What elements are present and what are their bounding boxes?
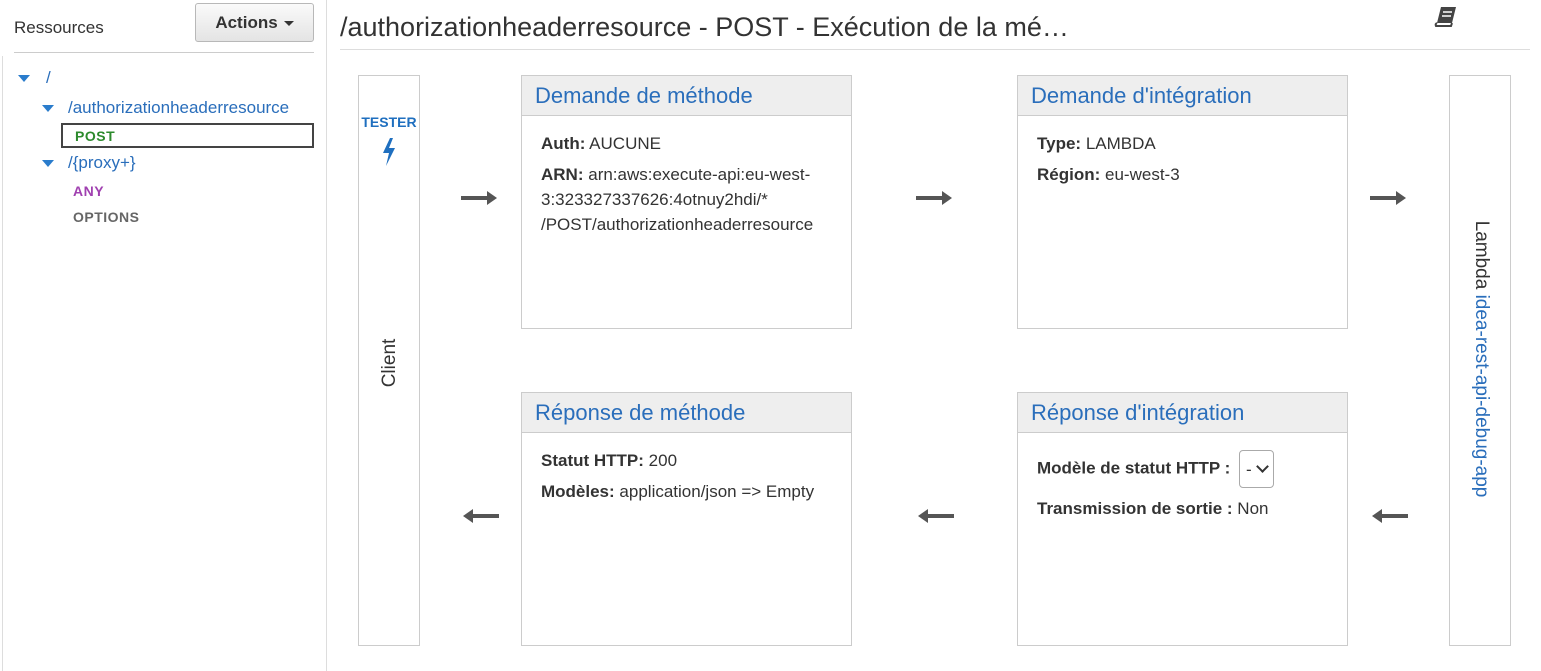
passthrough-value: Non	[1237, 499, 1269, 518]
method-response-title[interactable]: Réponse de méthode	[522, 393, 851, 433]
auth-label: Auth:	[541, 134, 586, 153]
region-row: Région: eu-west-3	[1037, 162, 1328, 187]
api-gateway-method-execution: Ressources Actions / /authorizationheade…	[0, 0, 1541, 671]
page-title: /authorizationheaderresource - POST - Ex…	[340, 12, 1069, 42]
method-options-label[interactable]: OPTIONS	[73, 209, 140, 225]
method-response-panel: Réponse de méthode Statut HTTP: 200 Modè…	[521, 392, 852, 646]
sidebar-divider	[14, 52, 314, 53]
http-status-row: Statut HTTP: 200	[541, 448, 832, 473]
method-any-label[interactable]: ANY	[73, 183, 104, 199]
arn-row: ARN: arn:aws:execute-api:eu-west-3:32332…	[541, 162, 832, 237]
lambda-label: Lambda	[1471, 220, 1492, 290]
tree-root-label[interactable]: /	[46, 68, 51, 88]
type-row: Type: LAMBDA	[1037, 131, 1328, 156]
method-post-label: POST	[75, 127, 116, 144]
sidebar-title: Ressources	[14, 18, 104, 37]
method-request-title[interactable]: Demande de méthode	[522, 76, 851, 116]
book-icon[interactable]	[1433, 5, 1459, 29]
resources-sidebar: Ressources Actions / /authorizationheade…	[0, 0, 327, 671]
status-model-row: Modèle de statut HTTP : -	[1037, 450, 1328, 488]
arrow-left-icon	[463, 509, 499, 523]
tree-item-authorizationheaderresource[interactable]: /authorizationheaderresource	[42, 98, 289, 118]
method-response-body: Statut HTTP: 200 Modèles: application/js…	[522, 433, 851, 525]
expand-triangle-icon[interactable]	[42, 104, 54, 112]
integration-request-panel: Demande d'intégration Type: LAMBDA Régio…	[1017, 75, 1348, 329]
status-model-label: Modèle de statut HTTP :	[1037, 458, 1231, 478]
method-request-body: Auth: AUCUNE ARN: arn:aws:execute-api:eu…	[522, 116, 851, 258]
actions-label: Actions	[215, 12, 278, 32]
http-status-value: 200	[648, 451, 678, 470]
sidebar-edge	[2, 56, 3, 671]
tree-item-root[interactable]: /	[18, 68, 51, 88]
lambda-column: Lambda idea-rest-api-debug-app	[1449, 75, 1511, 646]
tree-resource-label[interactable]: /authorizationheaderresource	[68, 98, 289, 118]
arrow-right-icon	[1370, 191, 1406, 205]
header-divider	[340, 49, 1530, 50]
expand-triangle-icon[interactable]	[18, 74, 30, 82]
client-label: Client	[379, 338, 400, 388]
method-request-panel: Demande de méthode Auth: AUCUNE ARN: arn…	[521, 75, 852, 329]
integration-request-body: Type: LAMBDA Région: eu-west-3	[1018, 116, 1347, 208]
integration-response-panel: Réponse d'intégration Modèle de statut H…	[1017, 392, 1348, 646]
arn-label: ARN:	[541, 165, 584, 184]
integration-response-title[interactable]: Réponse d'intégration	[1018, 393, 1347, 433]
tree-method-any[interactable]: ANY	[73, 183, 104, 199]
passthrough-label: Transmission de sortie :	[1037, 499, 1233, 518]
tree-item-proxy[interactable]: /{proxy+}	[42, 153, 136, 173]
arrow-right-icon	[461, 191, 497, 205]
region-label: Région:	[1037, 165, 1101, 184]
actions-button[interactable]: Actions	[195, 3, 314, 42]
arrow-left-icon	[1372, 509, 1408, 523]
lambda-label-group: Lambda idea-rest-api-debug-app	[1470, 221, 1492, 498]
tree-method-options[interactable]: OPTIONS	[73, 209, 140, 225]
tree-method-post-selected[interactable]: POST	[61, 123, 314, 148]
caret-down-icon	[283, 21, 294, 26]
models-row: Modèles: application/json => Empty	[541, 479, 832, 504]
lightning-bolt-icon[interactable]	[381, 138, 397, 166]
type-label: Type:	[1037, 134, 1082, 153]
arrow-right-icon	[916, 191, 952, 205]
arrow-left-icon	[918, 509, 954, 523]
region-value: eu-west-3	[1105, 165, 1180, 184]
status-model-value: -	[1246, 459, 1252, 479]
client-column: TESTER Client	[358, 75, 420, 646]
auth-value: AUCUNE	[589, 134, 661, 153]
status-model-select[interactable]: -	[1239, 450, 1274, 488]
type-value: LAMBDA	[1085, 134, 1156, 153]
tester-link[interactable]: TESTER	[359, 114, 419, 130]
tree-resource-label[interactable]: /{proxy+}	[68, 153, 136, 173]
chevron-down-icon	[1255, 460, 1269, 473]
auth-row: Auth: AUCUNE	[541, 131, 832, 156]
expand-triangle-icon[interactable]	[42, 159, 54, 167]
models-value: application/json => Empty	[619, 482, 815, 501]
models-label: Modèles:	[541, 482, 615, 501]
http-status-label: Statut HTTP:	[541, 451, 644, 470]
lambda-function-link[interactable]: idea-rest-api-debug-app	[1471, 295, 1492, 498]
passthrough-row: Transmission de sortie : Non	[1037, 496, 1328, 521]
integration-response-body: Modèle de statut HTTP : - Transmission d…	[1018, 433, 1347, 542]
integration-request-title[interactable]: Demande d'intégration	[1018, 76, 1347, 116]
